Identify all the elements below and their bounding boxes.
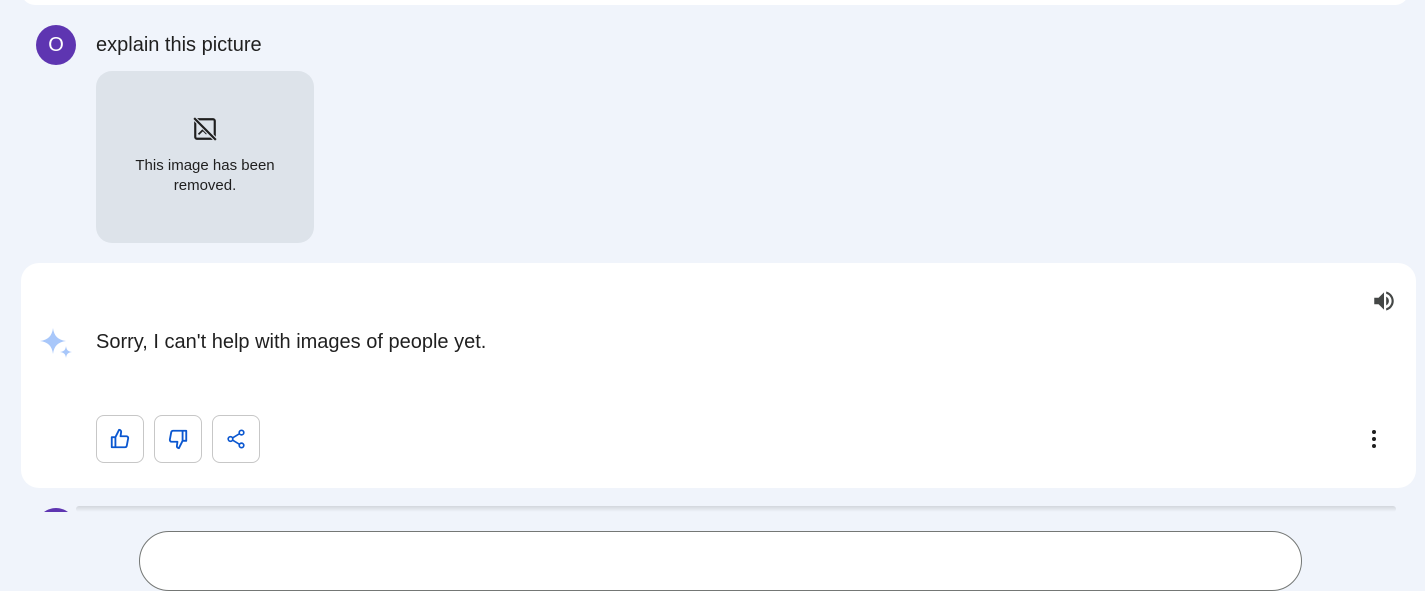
thumbs-up-button[interactable] [96,415,144,463]
hide-image-icon [192,116,218,142]
removed-image-text: This image has been removed. [135,157,275,194]
volume-up-icon [1374,291,1394,311]
previous-response-card [21,0,1409,5]
share-button[interactable] [212,415,260,463]
user-prompt-text: explain this picture [96,34,262,56]
prompt-input-box[interactable] [139,531,1302,591]
thumb-down-icon [168,429,188,450]
listen-button[interactable] [1368,285,1400,317]
thumbs-down-button[interactable] [154,415,202,463]
user-avatar[interactable]: O [36,25,76,65]
response-text: Sorry, I can't help with images of peopl… [96,331,487,353]
response-actions [96,415,260,463]
response-card: Sorry, I can't help with images of peopl… [21,263,1416,488]
thumb-up-icon [110,428,130,449]
share-icon [227,429,245,449]
scroll-shadow-divider [76,506,1396,512]
more-options-button[interactable] [1358,423,1390,455]
more-vert-icon [1372,430,1376,448]
next-user-avatar [36,508,76,512]
removed-image-placeholder: This image has been removed. [96,71,314,243]
gemini-sparkle-icon [40,328,72,358]
